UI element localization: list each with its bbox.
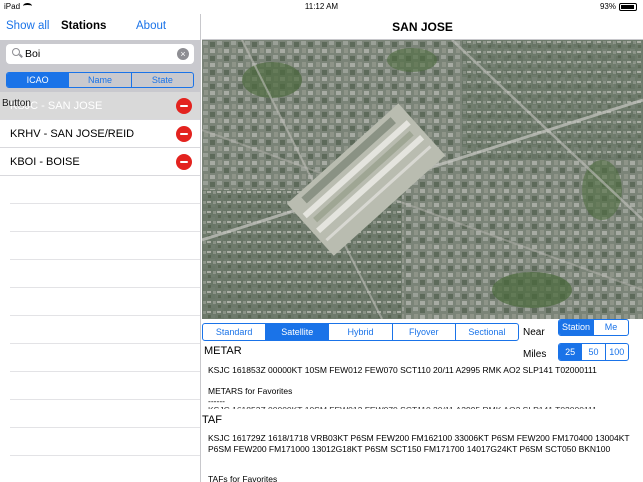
map-type-standard[interactable]: Standard: [203, 324, 265, 340]
map-type-satellite[interactable]: Satellite: [265, 324, 329, 340]
show-all-button[interactable]: Show all: [6, 20, 49, 32]
favorite-heart-icon[interactable]: [176, 154, 192, 170]
miles-control: 25 50 100: [558, 343, 629, 361]
scope-name[interactable]: Name: [68, 73, 130, 87]
near-me[interactable]: Me: [593, 320, 628, 335]
miles-100[interactable]: 100: [604, 344, 628, 360]
list-item: [10, 316, 200, 344]
taf-heading: TAF: [202, 414, 222, 426]
status-bar: iPad 11:12 AM 93%: [0, 0, 643, 14]
list-item: [10, 344, 200, 372]
map-controls: Standard Satellite Hybrid Flyover Sectio…: [202, 319, 643, 367]
satellite-imagery: [202, 40, 643, 319]
station-row-krhv[interactable]: KRHV - SAN JOSE/REID: [0, 120, 200, 148]
map-type-hybrid[interactable]: Hybrid: [328, 324, 391, 340]
battery-status: 93%: [600, 2, 637, 11]
station-row-kboi[interactable]: KBOI - BOISE: [0, 148, 200, 176]
list-item: [10, 176, 200, 204]
stations-pane: Show all Stations About Boi × ICAO Name …: [0, 14, 201, 482]
list-item: [10, 260, 200, 288]
favorite-heart-icon[interactable]: [176, 98, 192, 114]
debug-overlay-label: Button: [2, 98, 31, 109]
search-value: Boi: [25, 48, 41, 60]
stations-title: Stations: [61, 20, 107, 32]
miles-50[interactable]: 50: [581, 344, 604, 360]
list-item: [10, 428, 200, 456]
about-button[interactable]: About: [136, 20, 166, 32]
status-time: 11:12 AM: [304, 2, 339, 11]
battery-percent: 93%: [599, 2, 616, 11]
near-station[interactable]: Station: [559, 320, 593, 335]
metar-heading: METAR: [204, 345, 242, 357]
map-type-sectional[interactable]: Sectional: [454, 324, 518, 340]
search-bar: Boi ×: [0, 40, 200, 68]
favorite-heart-icon[interactable]: [176, 126, 192, 142]
taf-report: KSJC 161729Z 1618/1718 VRB03KT P6SM FEW2…: [208, 433, 630, 454]
station-detail-pane: SAN JOSE Standard Satellite Hybrid Flyov…: [202, 14, 643, 482]
satellite-map[interactable]: [202, 40, 643, 319]
search-scope-bar: ICAO Name State: [0, 68, 200, 92]
clear-search-icon[interactable]: ×: [177, 48, 189, 60]
list-item: [10, 372, 200, 400]
miles-25[interactable]: 25: [559, 344, 582, 360]
search-input[interactable]: Boi ×: [6, 44, 194, 64]
station-title: SAN JOSE: [202, 14, 643, 40]
scope-state[interactable]: State: [130, 73, 193, 87]
list-item: [10, 288, 200, 316]
map-type-flyover[interactable]: Flyover: [391, 324, 455, 340]
station-row-ksjc[interactable]: KSJC - SAN JOSE Button: [0, 92, 200, 120]
near-label: Near: [523, 327, 545, 338]
metar-report: KSJC 161853Z 00000KT 10SM FEW012 FEW070 …: [208, 365, 597, 375]
taf-favorites-heading: TAFs for Favorites: [208, 474, 278, 482]
map-type-control: Standard Satellite Hybrid Flyover Sectio…: [202, 323, 519, 341]
scope-icao[interactable]: ICAO: [7, 73, 69, 87]
near-control: Station Me: [558, 319, 629, 336]
miles-label: Miles: [523, 349, 547, 360]
search-scope-control: ICAO Name State: [6, 72, 194, 88]
search-icon: [12, 48, 20, 56]
list-item: [10, 400, 200, 428]
station-label: KRHV - SAN JOSE/REID: [10, 128, 135, 140]
list-item: [10, 204, 200, 232]
list-item: [10, 232, 200, 260]
station-label: KBOI - BOISE: [10, 156, 80, 168]
stations-nav-bar: Show all Stations About: [0, 14, 200, 40]
metar-clipped-line: KSJC 161853Z 00000KT 10SM FEW012 FEW070 …: [208, 405, 628, 409]
station-list: KSJC - SAN JOSE Button KRHV - SAN JOSE/R…: [0, 92, 200, 456]
battery-icon: [619, 2, 637, 11]
